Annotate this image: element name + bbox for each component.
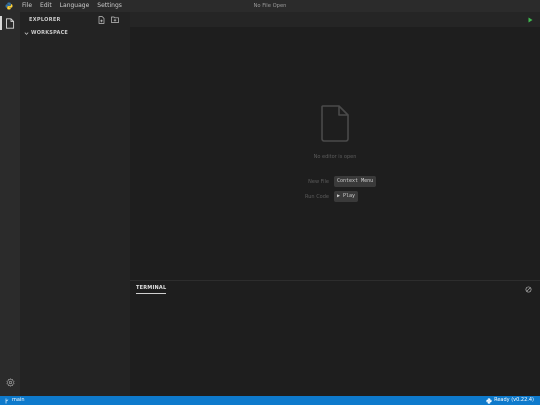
branch-indicator[interactable]: main <box>5 396 25 405</box>
editor-area: No editor is open New File Context Menu … <box>130 27 540 280</box>
clear-icon <box>525 286 532 293</box>
workspace-section-header[interactable]: WORKSPACE <box>20 27 130 39</box>
hint-key: Context Menu <box>334 176 377 187</box>
python-status-icon <box>486 397 492 404</box>
terminal-panel: TERMINAL <box>130 280 540 396</box>
tab-terminal[interactable]: TERMINAL <box>136 285 167 294</box>
interpreter-status[interactable]: Ready (v0.22.4) <box>486 396 534 405</box>
status-text: Ready (v0.22.4) <box>494 397 534 403</box>
run-button[interactable] <box>526 15 535 24</box>
empty-editor-message: No editor is open <box>313 154 357 160</box>
clear-terminal-button[interactable] <box>524 285 532 293</box>
menu-settings[interactable]: Settings <box>93 0 126 12</box>
new-file-button[interactable] <box>97 15 106 24</box>
explorer-header: EXPLORER <box>20 12 130 27</box>
chevron-down-icon <box>24 31 29 36</box>
new-folder-button[interactable] <box>110 15 119 24</box>
menu-language[interactable]: Language <box>56 0 94 12</box>
git-branch-icon <box>5 398 9 404</box>
explorer-sidebar: EXPLORER WORKSPACE <box>20 12 130 396</box>
menu-edit[interactable]: Edit <box>36 0 56 12</box>
files-icon <box>5 17 15 29</box>
menu-bar: File Edit Language Settings <box>18 0 126 12</box>
hint-new-file: New File Context Menu <box>130 176 540 187</box>
new-file-icon <box>98 15 105 24</box>
play-icon <box>528 17 533 23</box>
menu-file[interactable]: File <box>18 0 36 12</box>
explorer-title: EXPLORER <box>29 16 61 23</box>
terminal-output[interactable] <box>130 295 540 396</box>
python-logo-icon <box>3 0 15 12</box>
settings-button[interactable] <box>0 373 20 391</box>
status-bar: main Ready (v0.22.4) <box>0 396 540 405</box>
explorer-button[interactable] <box>0 14 20 32</box>
hint-label: New File <box>308 178 329 185</box>
hint-key: ▶ Play <box>334 191 359 202</box>
activity-bar <box>0 12 20 396</box>
hint-run-code: Run Code ▶ Play <box>130 191 540 202</box>
gear-icon <box>5 377 15 387</box>
title-bar: File Edit Language Settings No File Open <box>0 0 540 12</box>
editor-tab-bar <box>130 12 540 27</box>
new-folder-icon <box>110 16 119 23</box>
workspace-label: WORKSPACE <box>31 30 69 36</box>
document-icon <box>320 104 350 146</box>
branch-name: main <box>12 397 25 403</box>
hint-label: Run Code <box>305 193 329 200</box>
